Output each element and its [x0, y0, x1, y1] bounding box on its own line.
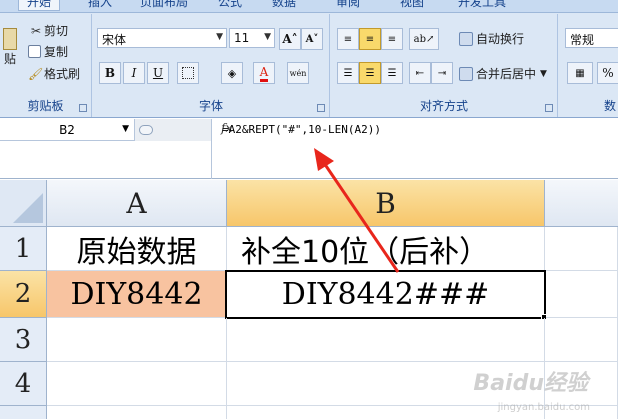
watermark-logo: Baidu经验: [473, 371, 588, 396]
annotation-arrow: [314, 148, 400, 273]
arrow-shaft: [320, 159, 400, 273]
watermark-url: jingyan.baidu.com: [497, 402, 590, 413]
arrow-head-icon: [314, 148, 334, 171]
